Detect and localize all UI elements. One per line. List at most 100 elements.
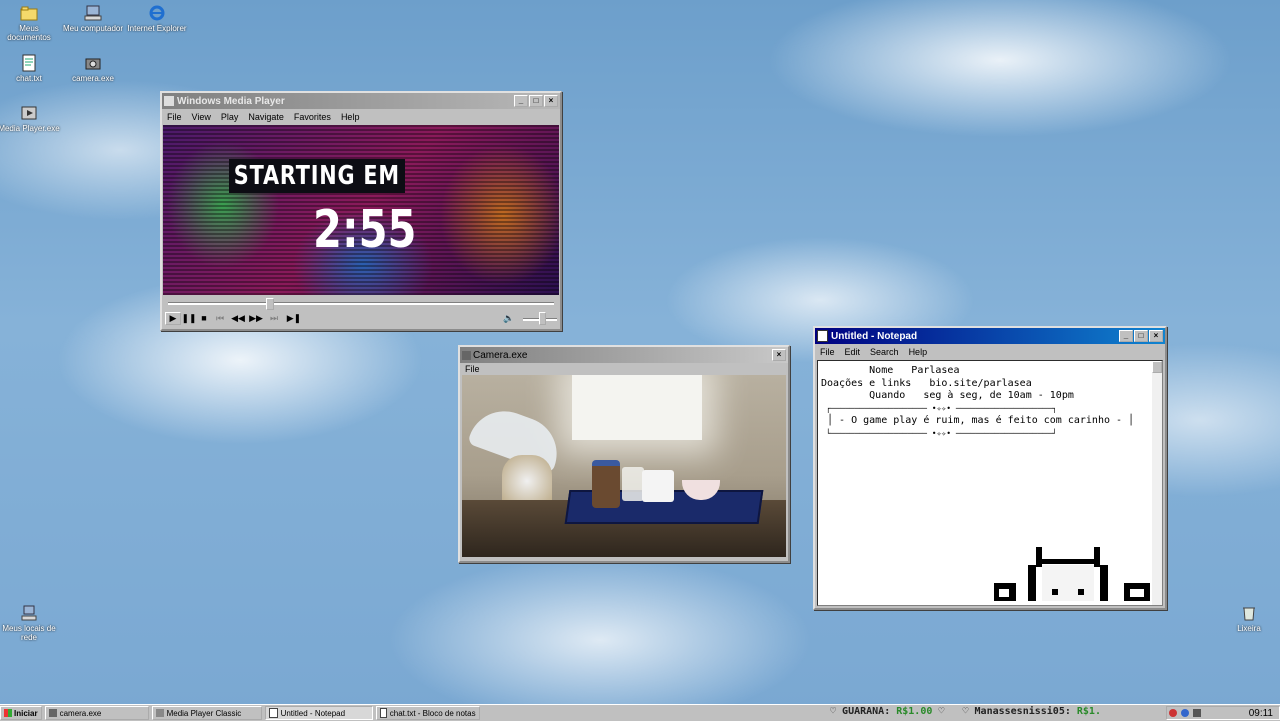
desktop-icon-camera-exe[interactable]: camera.exe (61, 54, 125, 83)
text-line: Doações e links bio.site/parlasea (821, 377, 1032, 389)
play-button[interactable]: ▶ (165, 311, 181, 325)
minimize-button[interactable]: _ (514, 95, 528, 107)
desktop-icon-recycle-bin[interactable]: Lixeira (1217, 604, 1280, 633)
seek-bar[interactable] (168, 297, 554, 310)
taskbar-button-label: Media Player Classic (166, 708, 242, 718)
pixel-cat-art (994, 545, 1154, 605)
text-content: Nome Parlasea Doações e links bio.site/p… (821, 365, 1134, 440)
desktop-icon-label: camera.exe (72, 74, 114, 83)
tray-icon[interactable] (1181, 709, 1189, 717)
title-bar[interactable]: Windows Media Player _ □ × (162, 93, 560, 109)
media-player-icon (155, 709, 164, 717)
menu-help[interactable]: Help (904, 347, 933, 357)
menu-play[interactable]: Play (216, 112, 244, 122)
text-line: └──────────────────── •✧✧• ─────────────… (821, 428, 1058, 438)
window-title: Camera.exe (473, 349, 528, 361)
menu-file[interactable]: File (460, 364, 485, 374)
network-icon (20, 604, 38, 622)
start-label: Iniciar (14, 708, 38, 718)
desktop-icon-label: Media Player.exe (0, 124, 60, 133)
tray-icon[interactable] (1193, 709, 1201, 717)
minimize-button[interactable]: _ (1119, 330, 1133, 342)
volume-thumb[interactable] (539, 312, 546, 325)
desktop-icon-label: Lixeira (1237, 624, 1261, 633)
video-title-text: STARTING EM (229, 159, 405, 193)
desktop-icon-media-player[interactable]: Media Player.exe (0, 104, 61, 133)
next-button[interactable]: ⏭ (265, 313, 283, 324)
seek-thumb[interactable] (266, 298, 274, 310)
scroll-up-button[interactable] (1152, 361, 1162, 373)
menu-favorites[interactable]: Favorites (289, 112, 336, 122)
video-area[interactable]: STARTING EM 2:55 (163, 125, 559, 295)
menu-navigate[interactable]: Navigate (243, 112, 289, 122)
camera-window[interactable]: Camera.exe × File (458, 345, 790, 563)
menu-bar: File (460, 363, 788, 375)
text-line: ┌──────────────────── •✧✧• ─────────────… (821, 403, 1058, 413)
menu-search[interactable]: Search (865, 347, 904, 357)
system-tray: 09:11 (1166, 706, 1280, 720)
countdown-text: 2:55 (313, 200, 417, 260)
ticker-name: GUARANÁ: (842, 706, 891, 717)
text-file-icon (20, 54, 38, 72)
camera-icon (84, 54, 102, 72)
desktop-icon-label: Internet Explorer (127, 24, 187, 33)
camera-feed (462, 375, 786, 557)
taskbar-button-camera[interactable]: camera.exe (44, 706, 149, 720)
taskbar-button-label: Untitled - Notepad (280, 708, 346, 718)
transport-controls: ▶ ❚❚ ■ ⏮ ◀◀ ▶▶ ⏭ ▶❚ 🔈 (162, 309, 560, 327)
camera-icon (48, 709, 57, 717)
menu-edit[interactable]: Edit (840, 347, 866, 357)
desktop-icon-label: chat.txt (16, 74, 42, 83)
menu-file[interactable]: File (162, 112, 187, 122)
title-bar[interactable]: Untitled - Notepad _ □ × (815, 328, 1165, 344)
notepad-icon (268, 708, 278, 718)
desktop-icon-internet-explorer[interactable]: Internet Explorer (125, 4, 189, 33)
text-line: Nome Parlasea (821, 365, 960, 376)
close-button[interactable]: × (544, 95, 558, 107)
desktop-icon-my-computer[interactable]: Meu computador (61, 4, 125, 33)
window-title: Windows Media Player (177, 95, 285, 107)
pause-button[interactable]: ❚❚ (181, 313, 197, 324)
taskbar-button-notepad[interactable]: Untitled - Notepad (264, 706, 373, 720)
desktop-icon-my-documents[interactable]: Meus documentos (0, 4, 61, 42)
maximize-button[interactable]: □ (529, 95, 543, 107)
notepad-icon (817, 330, 828, 342)
maximize-button[interactable]: □ (1134, 330, 1148, 342)
media-player-icon (164, 96, 174, 106)
text-area[interactable]: Nome Parlasea Doações e links bio.site/p… (817, 360, 1163, 606)
window-light (572, 375, 702, 440)
desktop-icon-label: Meus documentos (7, 24, 51, 42)
menu-help[interactable]: Help (336, 112, 365, 122)
rewind-button[interactable]: ◀◀ (229, 313, 247, 324)
speaker-icon[interactable]: 🔈 (503, 313, 517, 324)
stop-button[interactable]: ■ (197, 313, 211, 323)
vertical-scrollbar[interactable] (1152, 361, 1162, 605)
title-bar[interactable]: Camera.exe × (460, 347, 788, 363)
glass (622, 467, 644, 501)
step-button[interactable]: ▶❚ (283, 313, 305, 324)
start-button[interactable]: Iniciar (0, 706, 42, 720)
text-line: │ - O game play é ruim, mas é feito com … (821, 415, 1135, 426)
folder-icon (20, 4, 38, 22)
menu-file[interactable]: File (815, 347, 840, 357)
window-title: Untitled - Notepad (831, 330, 918, 342)
windows-logo-icon (4, 709, 12, 717)
recycle-bin-icon (1240, 604, 1258, 622)
close-button[interactable]: × (772, 349, 786, 361)
menu-view[interactable]: View (187, 112, 216, 122)
close-button[interactable]: × (1149, 330, 1163, 342)
previous-button[interactable]: ⏮ (211, 313, 229, 324)
taskbar-button-label: camera.exe (59, 708, 102, 718)
notepad-window[interactable]: Untitled - Notepad _ □ × File Edit Searc… (813, 326, 1167, 610)
fast-forward-button[interactable]: ▶▶ (247, 313, 265, 324)
volume-slider[interactable] (523, 312, 557, 325)
desktop-icon-network[interactable]: Meus locais de rede (0, 604, 61, 642)
desktop-icon-chat-txt[interactable]: chat.txt (0, 54, 61, 83)
ticker-value: R$1. (1076, 706, 1101, 717)
camera-icon (462, 350, 471, 360)
taskbar-button-chat[interactable]: chat.txt - Bloco de notas (375, 706, 480, 720)
tray-icon[interactable] (1169, 709, 1177, 717)
taskbar-button-media-player[interactable]: Media Player Classic (151, 706, 262, 720)
text-file-icon (379, 708, 387, 718)
media-player-window[interactable]: Windows Media Player _ □ × File View Pla… (160, 91, 562, 331)
